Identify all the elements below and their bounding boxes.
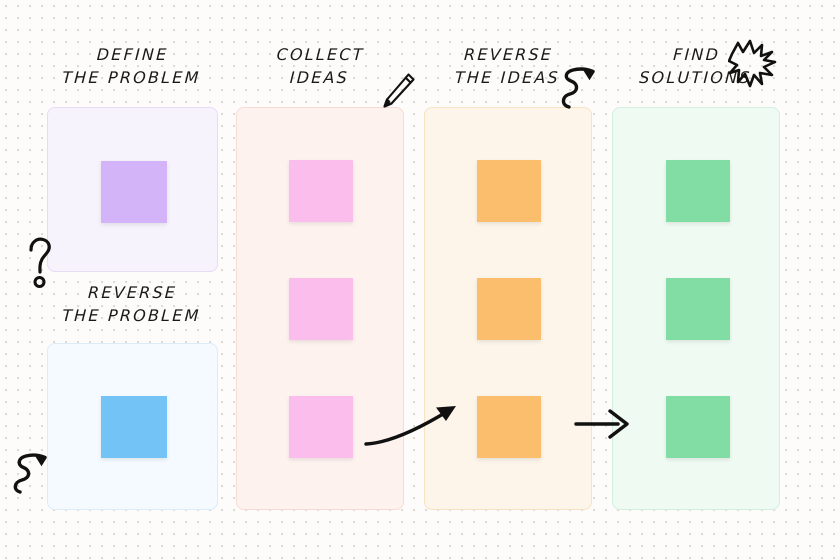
sticky-note-green[interactable] [666, 160, 730, 222]
brainstorm-board: DEFINE THE PROBLEM REVERSE THE PROBLEM C… [0, 0, 840, 560]
column-card-find-solutions[interactable] [612, 107, 780, 510]
sticky-note-pink[interactable] [289, 160, 353, 222]
sticky-note-orange[interactable] [477, 396, 541, 458]
sticky-note-orange[interactable] [477, 278, 541, 340]
sticky-note-green[interactable] [666, 396, 730, 458]
sticky-note-purple[interactable] [101, 161, 167, 223]
sticky-note-orange[interactable] [477, 160, 541, 222]
column-card-reverse-the-problem[interactable] [47, 343, 218, 510]
straight-arrow-connector [574, 409, 629, 439]
column-heading-reverse-the-problem: REVERSE THE PROBLEM [61, 283, 202, 325]
sticky-note-pink[interactable] [289, 278, 353, 340]
column-heading-define-the-problem: DEFINE THE PROBLEM [61, 45, 202, 87]
sticky-note-green[interactable] [666, 278, 730, 340]
curved-arrow-connector [364, 406, 456, 446]
sticky-note-pink[interactable] [289, 396, 353, 458]
column-heading-find-solutions: FIND SOLUTIONS [638, 45, 753, 87]
column-heading-collect-ideas: COLLECT IDEAS [276, 45, 366, 87]
column-card-define-the-problem[interactable] [47, 107, 218, 272]
column-heading-reverse-the-ideas: REVERSE THE IDEAS [454, 45, 561, 87]
sticky-note-blue[interactable] [101, 396, 167, 458]
